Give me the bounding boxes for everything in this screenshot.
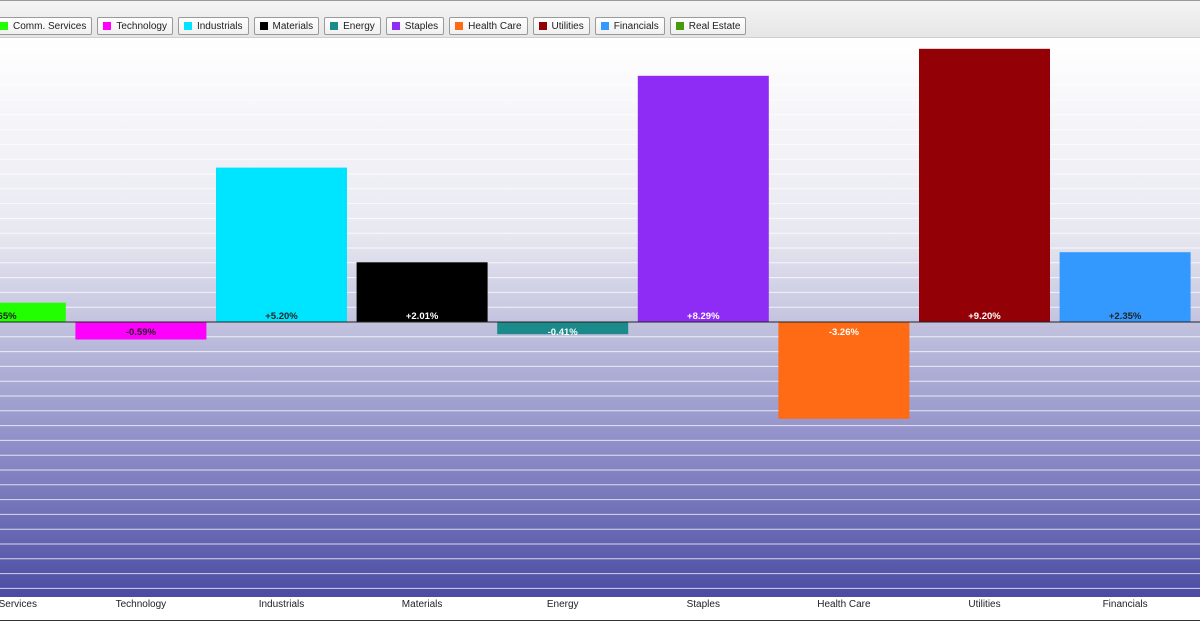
legend-item-financials[interactable]: Financials <box>594 17 665 35</box>
legend-swatch <box>600 22 609 30</box>
legend-label: Comm. Services <box>13 20 87 32</box>
legend-swatch <box>538 22 547 30</box>
x-tick-label-comm-services: Comm. Services <box>0 599 37 610</box>
bar-utilities[interactable] <box>919 48 1050 323</box>
x-tick-label-industrials: Industrials <box>259 599 305 610</box>
x-tick-label-health-care: Health Care <box>817 599 871 610</box>
legend-swatch <box>391 22 400 30</box>
legend-swatch <box>259 22 268 30</box>
legend-item-real-estate[interactable]: Real Estate <box>669 17 747 35</box>
legend-label: Staples <box>404 20 439 32</box>
value-label-materials: +2.01% <box>406 311 439 322</box>
legend-label: Industrials <box>196 20 243 32</box>
legend-label: Technology <box>116 20 167 32</box>
legend-swatch <box>330 22 339 30</box>
legend-swatch <box>0 22 8 30</box>
legend-item-health-care[interactable]: Health Care <box>449 17 528 35</box>
legend-item-technology[interactable]: Technology <box>97 17 173 35</box>
legend-label: Financials <box>613 20 659 32</box>
legend-item-materials[interactable]: Materials <box>253 17 320 35</box>
x-tick-label-utilities: Utilities <box>968 599 1000 610</box>
legend-item-comm-services[interactable]: Comm. Services <box>0 17 93 35</box>
legend-item-industrials[interactable]: Industrials <box>177 17 249 35</box>
x-tick-label-energy: Energy <box>547 599 579 610</box>
value-label-utilities: +9.20% <box>968 311 1001 322</box>
x-tick-label-technology: Technology <box>116 599 167 610</box>
legend-item-staples[interactable]: Staples <box>385 17 445 35</box>
legend-label: Materials <box>272 20 314 32</box>
value-label-energy: -0.41% <box>548 327 579 338</box>
value-label-industrials: +5.20% <box>265 311 298 322</box>
value-label-health-care: -3.26% <box>829 327 860 338</box>
legend-swatch <box>183 22 192 30</box>
legend-bar: Comm. Services Technology Industrials Mater… <box>0 0 1200 38</box>
x-tick-label-materials: Materials <box>402 599 443 610</box>
bar-industrials[interactable] <box>216 167 347 322</box>
value-label-comm-services: +0.65% <box>0 311 17 322</box>
legend-label: Health Care <box>468 20 522 32</box>
x-tick-label-financials: Financials <box>1103 599 1148 610</box>
value-label-staples: +8.29% <box>687 311 720 322</box>
chart-legend: Comm. Services Technology Industrials Mater… <box>0 17 747 37</box>
value-label-technology: -0.59% <box>126 327 157 338</box>
legend-swatch <box>455 22 464 30</box>
legend-label: Energy <box>343 20 375 32</box>
legend-item-utilities[interactable]: Utilities <box>532 17 590 35</box>
axis-bottom-border <box>0 620 1200 621</box>
value-label-financials: +2.35% <box>1109 311 1142 322</box>
x-axis-labels: Comm. Services Technology Industrials Mater… <box>0 599 1148 610</box>
x-tick-label-staples: Staples <box>687 599 720 610</box>
legend-swatch <box>675 22 684 30</box>
legend-label: Utilities <box>551 20 584 32</box>
bar-staples[interactable] <box>637 75 769 322</box>
bar-chart: +0.65% -0.59% +5.20% +2.01% -0.41% +8.29% -3.2… <box>0 38 1200 610</box>
legend-label: Real Estate <box>688 20 741 32</box>
legend-item-energy[interactable]: Energy <box>324 17 381 35</box>
legend-swatch <box>103 22 112 30</box>
